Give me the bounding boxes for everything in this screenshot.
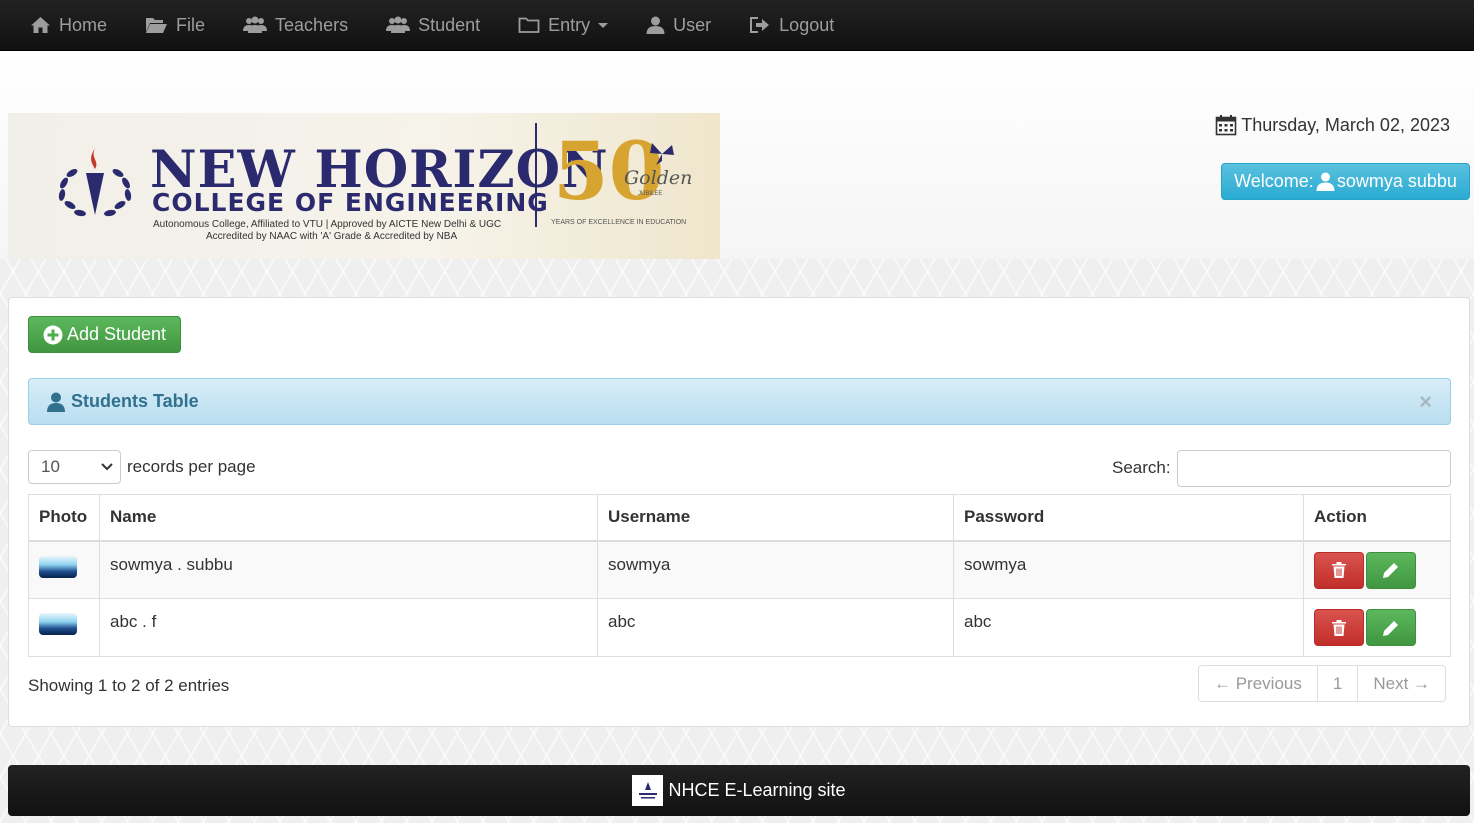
college-logo-banner: NEW HORIZON COLLEGE OF ENGINEERING Auton…	[8, 113, 720, 259]
column-header-name[interactable]: Name	[99, 494, 598, 542]
nav-teachers[interactable]: Teachers	[243, 15, 348, 36]
alert-title: Students Table	[71, 391, 199, 411]
nav-home-label: Home	[59, 14, 108, 35]
welcome-username: sowmya subbu	[1336, 171, 1457, 191]
home-icon	[31, 17, 50, 33]
add-student-label: Add Student	[66, 324, 167, 344]
nav-student-label: Student	[418, 14, 481, 35]
logout-icon	[750, 17, 770, 33]
table-row: sowmya . subbu sowmya sowmya	[28, 540, 1451, 599]
student-photo	[39, 613, 77, 635]
user-icon	[1316, 172, 1335, 191]
current-date: Thursday, March 02, 2023	[1215, 114, 1450, 136]
nav-user[interactable]: User	[646, 15, 711, 36]
users-icon	[243, 16, 268, 33]
next-page-button[interactable]: Next →	[1358, 666, 1446, 701]
folder-open-icon	[146, 18, 168, 33]
name-cell: sowmya . subbu	[99, 540, 598, 599]
logo-subtitle: COLLEGE OF ENGINEERING	[152, 188, 549, 217]
jubilee-golden: Golden	[624, 167, 693, 189]
pagination: ← Previous 1 Next →	[1198, 665, 1447, 702]
students-table-alert: Students Table ×	[28, 378, 1451, 425]
trash-icon	[1332, 619, 1346, 636]
delete-button[interactable]	[1314, 609, 1364, 646]
user-icon	[646, 16, 665, 34]
table-info: Showing 1 to 2 of 2 entries	[28, 676, 230, 695]
students-table: Photo Name Username Password Action sowm…	[28, 494, 1451, 657]
previous-page-button[interactable]: ← Previous	[1199, 666, 1318, 701]
nav-student[interactable]: Student	[386, 15, 480, 36]
users-icon	[386, 16, 411, 33]
password-cell: sowmya	[953, 540, 1304, 599]
laurel-emblem-icon	[58, 148, 132, 217]
jubilee-word: JUBILEE	[638, 191, 663, 197]
butterfly-icon	[650, 143, 674, 165]
user-icon	[47, 392, 65, 412]
footer-text: NHCE E-Learning site	[668, 780, 846, 800]
close-icon[interactable]: ×	[1419, 389, 1432, 415]
top-navbar: Home File Teachers Student Entry User Lo…	[0, 0, 1474, 51]
folder-icon	[518, 17, 540, 33]
logo-affiliation: Autonomous College, Affiliated to VTU | …	[153, 219, 502, 230]
plus-circle-icon	[43, 325, 63, 344]
column-header-photo[interactable]: Photo	[28, 494, 100, 542]
nav-logout-label: Logout	[779, 14, 835, 35]
column-header-action[interactable]: Action	[1303, 494, 1451, 542]
name-cell: abc . f	[99, 598, 598, 657]
add-student-button[interactable]: Add Student	[28, 316, 181, 353]
photo-cell	[28, 540, 100, 599]
pencil-icon	[1383, 620, 1398, 636]
photo-cell	[28, 598, 100, 657]
search-label: Search:	[1112, 458, 1171, 477]
page-footer: NHCE E-Learning site	[8, 765, 1470, 816]
logo-accreditation: Accredited by NAAC with 'A' Grade & Accr…	[206, 231, 458, 242]
date-text: Thursday, March 02, 2023	[1241, 114, 1450, 135]
students-panel: Add Student Students Table × 10 records …	[8, 297, 1470, 727]
welcome-prefix: Welcome:	[1234, 171, 1314, 191]
action-cell	[1303, 540, 1451, 599]
column-header-username[interactable]: Username	[597, 494, 954, 542]
chevron-down-icon	[101, 463, 113, 471]
nav-home[interactable]: Home	[30, 15, 107, 36]
edit-button[interactable]	[1366, 609, 1416, 646]
pencil-icon	[1383, 563, 1398, 578]
edit-button[interactable]	[1366, 551, 1416, 589]
calendar-icon	[1215, 115, 1237, 136]
nav-logout[interactable]: Logout	[749, 15, 834, 36]
search-input[interactable]	[1177, 450, 1451, 487]
nav-entry-dropdown[interactable]: Entry	[518, 14, 609, 36]
logo-divider	[535, 123, 537, 227]
nav-entry-label: Entry	[548, 14, 591, 35]
records-per-page-select[interactable]: 10	[28, 450, 121, 484]
page-1-button[interactable]: 1	[1317, 666, 1359, 701]
password-cell: abc	[953, 598, 1304, 657]
records-per-page-value: 10	[41, 457, 60, 476]
nav-user-label: User	[673, 14, 712, 35]
caret-down-icon	[598, 22, 609, 28]
jubilee-tagline: YEARS OF EXCELLENCE IN EDUCATION	[551, 219, 687, 226]
action-cell	[1303, 598, 1451, 657]
column-header-password[interactable]: Password	[953, 494, 1304, 542]
table-row: abc . f abc abc	[28, 598, 1451, 657]
nav-file[interactable]: File	[145, 15, 205, 36]
nav-file-label: File	[176, 14, 206, 35]
student-photo	[39, 555, 77, 578]
welcome-user-button[interactable]: Welcome: sowmya subbu	[1221, 163, 1470, 200]
username-cell: sowmya	[597, 540, 954, 599]
footer-logo	[632, 775, 664, 806]
trash-icon	[1332, 562, 1346, 578]
username-cell: abc	[597, 598, 954, 657]
table-header-row: Photo Name Username Password Action	[28, 494, 1451, 542]
records-per-page-label: records per page	[127, 457, 256, 476]
college-crest-icon	[638, 781, 657, 798]
nav-teachers-label: Teachers	[275, 14, 349, 35]
page-header: NEW HORIZON COLLEGE OF ENGINEERING Auton…	[0, 51, 1474, 259]
delete-button[interactable]	[1314, 551, 1364, 589]
